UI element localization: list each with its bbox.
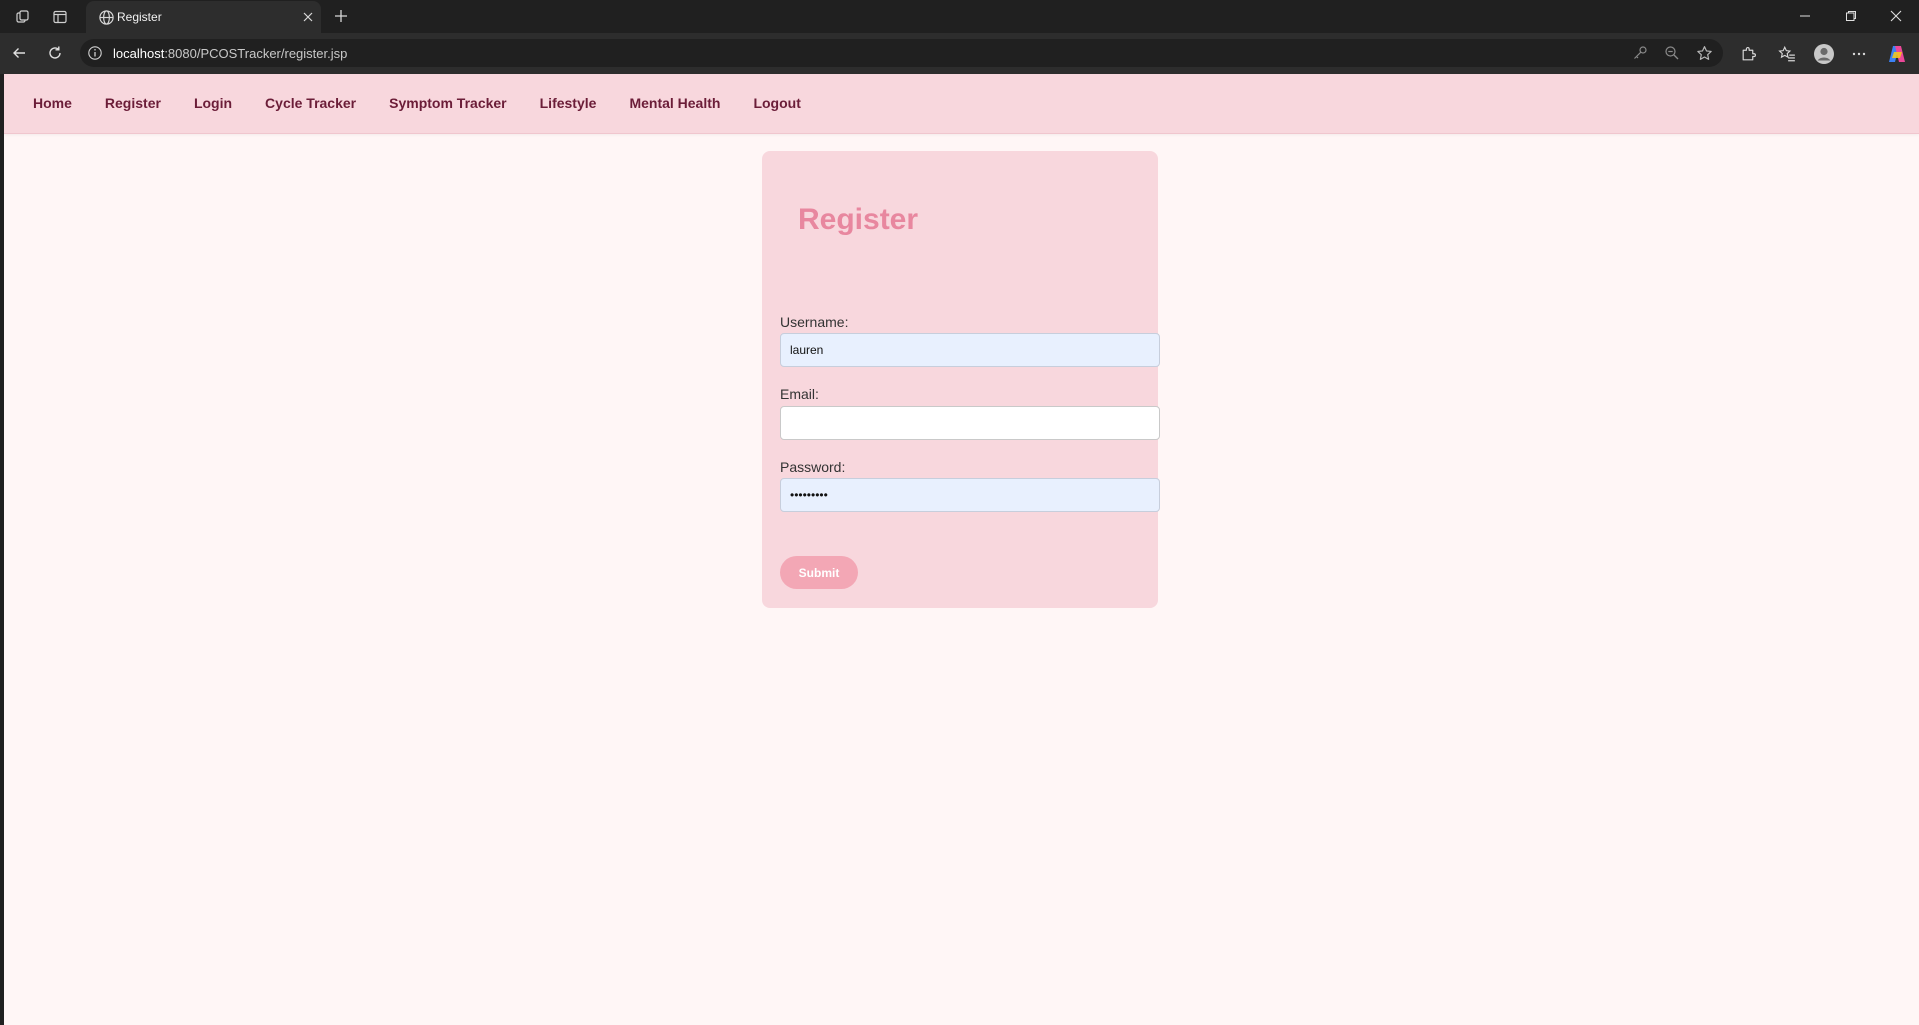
key-icon[interactable] <box>1631 44 1649 62</box>
restore-icon[interactable] <box>1839 5 1863 27</box>
nav-home[interactable]: Home <box>33 95 72 111</box>
url-text: localhost:8080/PCOSTracker/register.jsp <box>113 46 347 61</box>
nav-login[interactable]: Login <box>194 95 232 111</box>
favorite-star-icon[interactable] <box>1695 44 1713 62</box>
extensions-icon[interactable] <box>1737 43 1759 65</box>
nav-lifestyle[interactable]: Lifestyle <box>540 95 597 111</box>
site-navbar: Home Register Login Cycle Tracker Sympto… <box>4 74 1919 134</box>
email-label: Email: <box>780 386 819 402</box>
tab-register[interactable]: Register <box>86 1 321 33</box>
info-icon[interactable] <box>87 45 103 61</box>
register-form-card: Register Username: Email: Password: ••••… <box>762 151 1160 608</box>
username-input[interactable] <box>780 333 1160 367</box>
email-input[interactable] <box>780 406 1160 440</box>
username-label: Username: <box>780 314 849 330</box>
password-label: Password: <box>780 459 846 475</box>
nav-register[interactable]: Register <box>105 95 161 111</box>
back-icon[interactable] <box>9 43 29 63</box>
address-bar[interactable]: localhost:8080/PCOSTracker/register.jsp <box>80 39 1723 67</box>
minimize-icon[interactable] <box>1793 5 1817 27</box>
nav-list: Home Register Login Cycle Tracker Sympto… <box>33 95 834 111</box>
profile-icon[interactable] <box>1813 43 1835 65</box>
nav-mental-health[interactable]: Mental Health <box>629 95 720 111</box>
close-icon[interactable] <box>299 8 317 26</box>
browser-toolbar: localhost:8080/PCOSTracker/register.jsp <box>0 33 1919 74</box>
tab-actions-icon[interactable] <box>50 7 70 27</box>
submit-button[interactable]: Submit <box>780 556 858 589</box>
nav-logout[interactable]: Logout <box>753 95 800 111</box>
url-host: localhost <box>113 46 165 61</box>
workspaces-icon[interactable] <box>13 7 33 27</box>
nav-cycle-tracker[interactable]: Cycle Tracker <box>265 95 356 111</box>
globe-icon <box>98 9 115 26</box>
more-icon[interactable] <box>1848 43 1870 65</box>
password-input[interactable]: ••••••••• <box>780 478 1160 512</box>
window-close-icon[interactable] <box>1884 5 1908 27</box>
browser-tab-bar: Register <box>0 0 1919 33</box>
copilot-icon[interactable] <box>1886 43 1908 65</box>
nav-symptom-tracker[interactable]: Symptom Tracker <box>389 95 507 111</box>
password-mask: ••••••••• <box>790 488 828 502</box>
page-viewport: Home Register Login Cycle Tracker Sympto… <box>4 74 1919 1025</box>
tab-title: Register <box>117 10 162 24</box>
url-path: :8080/PCOSTracker/register.jsp <box>164 46 348 61</box>
refresh-icon[interactable] <box>45 43 65 63</box>
new-tab-icon[interactable] <box>331 6 351 26</box>
form-title: Register <box>798 203 919 236</box>
zoom-out-icon[interactable] <box>1663 44 1681 62</box>
favorites-icon[interactable] <box>1776 43 1798 65</box>
